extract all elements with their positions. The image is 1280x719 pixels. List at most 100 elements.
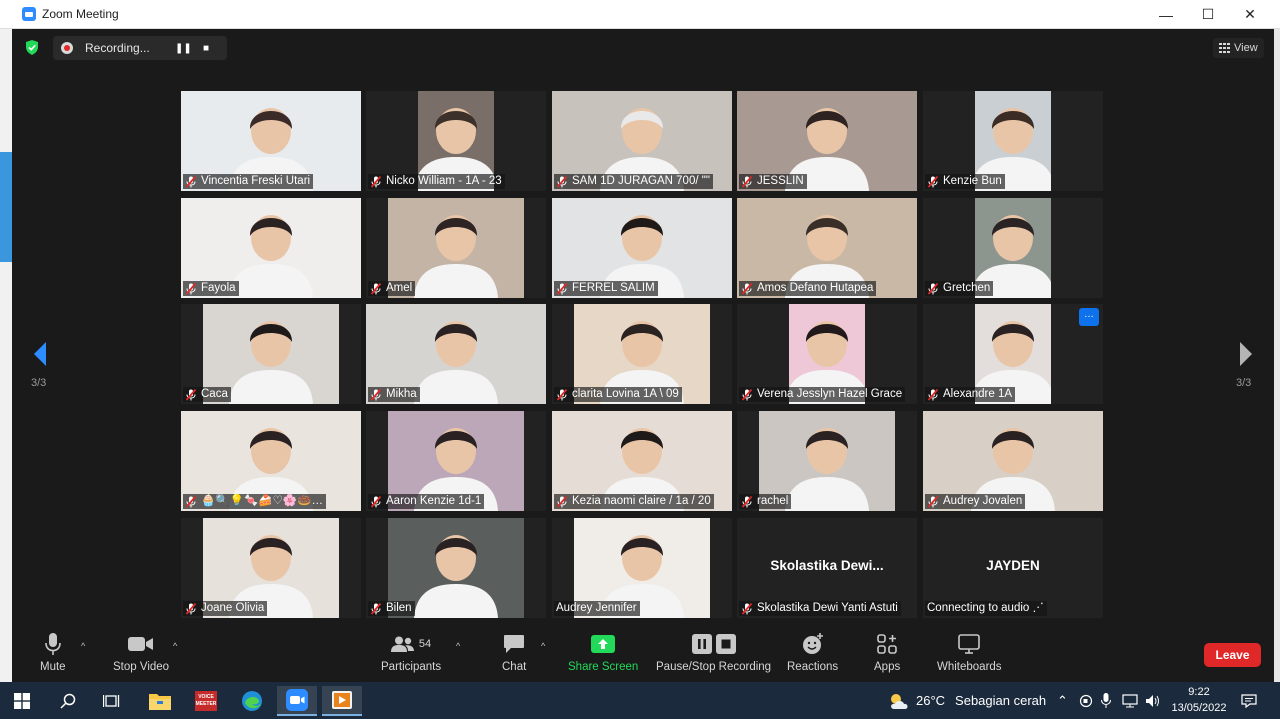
participant-tile[interactable]: Skolastika Dewi... Skolastika Dewi Yanti … — [737, 518, 917, 618]
participant-name: Bilen — [386, 602, 412, 614]
chat-bubble-icon — [504, 635, 525, 653]
participant-tile[interactable]: Audrey Jennifer — [552, 518, 732, 618]
leave-button[interactable]: Leave — [1204, 643, 1261, 667]
clock-date: 13/05/2022 — [1171, 702, 1227, 714]
participant-tile[interactable]: rachel — [737, 411, 917, 511]
notifications-icon[interactable] — [1241, 682, 1257, 719]
chat-options-caret-icon[interactable]: ^ — [541, 641, 545, 651]
participant-name: Gretchen — [943, 282, 991, 294]
apps-label: Apps — [874, 661, 901, 673]
reactions-button[interactable]: Reactions — [787, 631, 838, 673]
pause-stop-recording-button[interactable]: Pause/Stop Recording — [656, 631, 771, 673]
muted-microphone-icon — [185, 602, 197, 615]
participant-name-label: Amos Defano Hutapea — [739, 281, 877, 296]
audio-options-caret-icon[interactable]: ^ — [81, 641, 85, 651]
chat-button[interactable]: Chat — [502, 631, 526, 673]
participant-tile[interactable]: … Alexandre 1A — [923, 304, 1103, 404]
clock-time: 9:22 — [1188, 686, 1210, 698]
participant-tile[interactable]: SAM 1D JURAGAN 700/ "" — [552, 91, 732, 191]
video-camera-icon — [128, 637, 154, 651]
participant-name: Fayola — [201, 282, 236, 294]
chat-label: Chat — [502, 661, 527, 673]
participant-name: Amel — [386, 282, 413, 294]
search-icon[interactable] — [48, 686, 88, 716]
participant-tile[interactable]: Aaron Kenzie 1d-1 — [366, 411, 546, 511]
zoom-taskbar-icon[interactable] — [277, 686, 317, 716]
participant-name: Vincentia Freski Utari — [201, 175, 311, 187]
weather-widget[interactable]: 26°C Sebagian cerah — [888, 682, 1046, 719]
windows-taskbar: VOICE MEETER 26°C Sebagian cerah ⌃ 9:22 … — [0, 682, 1280, 719]
windows-start-icon[interactable] — [2, 686, 42, 716]
muted-microphone-icon — [370, 495, 382, 508]
volume-icon[interactable] — [1145, 682, 1161, 719]
task-view-icon[interactable] — [92, 686, 132, 716]
participant-tile[interactable]: Bilen — [366, 518, 546, 618]
participant-tile[interactable]: Nicko William - 1A - 23 — [366, 91, 546, 191]
participant-tile[interactable]: 🧁🔍💡🍬🍰♡🌸🍩… — [181, 411, 361, 511]
security-shield-icon[interactable] — [25, 40, 39, 55]
muted-microphone-icon — [185, 388, 197, 401]
participant-tile[interactable]: Mikha — [366, 304, 546, 404]
close-button[interactable]: ✕ — [1228, 0, 1272, 29]
next-page-arrow-icon[interactable] — [1236, 339, 1256, 369]
view-button[interactable]: View — [1213, 38, 1264, 58]
participant-tile[interactable]: Kezia naomi claire / 1a / 20 — [552, 411, 732, 511]
file-explorer-icon[interactable] — [140, 686, 180, 716]
stop-icon — [715, 634, 736, 654]
muted-microphone-icon — [556, 388, 568, 401]
video-options-caret-icon[interactable]: ^ — [173, 641, 177, 651]
participant-tile[interactable]: clarita Lovina 1A \ 09 — [552, 304, 732, 404]
media-player-icon[interactable] — [322, 686, 362, 716]
participant-tile[interactable]: Amel — [366, 198, 546, 298]
participants-options-caret-icon[interactable]: ^ — [456, 641, 460, 651]
participant-name: FERREL SALIM — [572, 282, 655, 294]
meet-now-icon[interactable] — [1079, 682, 1093, 719]
edge-browser-icon[interactable] — [232, 686, 272, 716]
microphone-icon — [44, 633, 61, 655]
show-hidden-icons-chevron-icon[interactable]: ⌃ — [1057, 682, 1068, 719]
participants-button[interactable]: 54 Participants — [381, 631, 441, 673]
pause-recording-icon[interactable]: ❚❚ — [175, 43, 192, 54]
muted-microphone-icon — [556, 175, 568, 188]
participant-tile[interactable]: Fayola — [181, 198, 361, 298]
participant-name-label: Alexandre 1A — [925, 387, 1016, 402]
previous-page-arrow-icon[interactable] — [30, 339, 50, 369]
participant-tile[interactable]: Gretchen — [923, 198, 1103, 298]
microphone-tray-icon[interactable] — [1101, 682, 1111, 719]
pause-recording-label: Pause/Stop Recording — [656, 661, 772, 673]
participant-tile[interactable]: Verena Jesslyn Hazel Grace — [737, 304, 917, 404]
view-label: View — [1234, 42, 1258, 54]
participant-tile[interactable]: JAYDEN Connecting to audio ⋰ — [923, 518, 1103, 618]
participant-name-label: Aaron Kenzie 1d-1 — [368, 494, 485, 509]
participant-tile[interactable]: Kenzie Bun — [923, 91, 1103, 191]
voicemeeter-icon[interactable]: VOICE MEETER — [186, 686, 226, 716]
minimize-button[interactable]: — — [1144, 0, 1188, 29]
more-options-icon[interactable]: … — [1079, 308, 1099, 326]
maximize-button[interactable]: ☐ — [1186, 0, 1230, 29]
participant-tile[interactable]: Amos Defano Hutapea — [737, 198, 917, 298]
participant-tile[interactable]: Vincentia Freski Utari — [181, 91, 361, 191]
network-icon[interactable] — [1122, 682, 1138, 719]
participant-name-label: Fayola — [183, 281, 239, 296]
participant-tile[interactable]: Joane Olivia — [181, 518, 361, 618]
participant-name: SAM 1D JURAGAN 700/ "" — [572, 175, 710, 187]
page-indicator-right: 3/3 — [1236, 377, 1252, 389]
participant-name: Kenzie Bun — [943, 175, 1002, 187]
participant-name: Alexandre 1A — [943, 388, 1013, 400]
participant-tile[interactable]: Caca — [181, 304, 361, 404]
stop-video-button[interactable]: Stop Video — [113, 631, 169, 673]
apps-button[interactable]: Apps — [874, 631, 900, 673]
participant-name-label: Skolastika Dewi Yanti Astuti — [739, 601, 901, 616]
participant-name: Nicko William - 1A - 23 — [386, 175, 502, 187]
participant-tile[interactable]: JESSLIN — [737, 91, 917, 191]
whiteboards-button[interactable]: Whiteboards — [937, 631, 1002, 673]
muted-microphone-icon — [370, 282, 382, 295]
participant-tile[interactable]: FERREL SALIM — [552, 198, 732, 298]
system-clock[interactable]: 9:22 13/05/2022 — [1164, 684, 1234, 716]
share-screen-button[interactable]: Share Screen — [568, 631, 638, 673]
participant-tile[interactable]: Audrey Jovalen — [923, 411, 1103, 511]
recording-indicator: Recording... ❚❚ ■ — [53, 36, 227, 60]
mute-button[interactable]: Mute — [40, 631, 66, 673]
muted-microphone-icon — [370, 388, 382, 401]
stop-recording-icon[interactable]: ■ — [199, 43, 213, 54]
